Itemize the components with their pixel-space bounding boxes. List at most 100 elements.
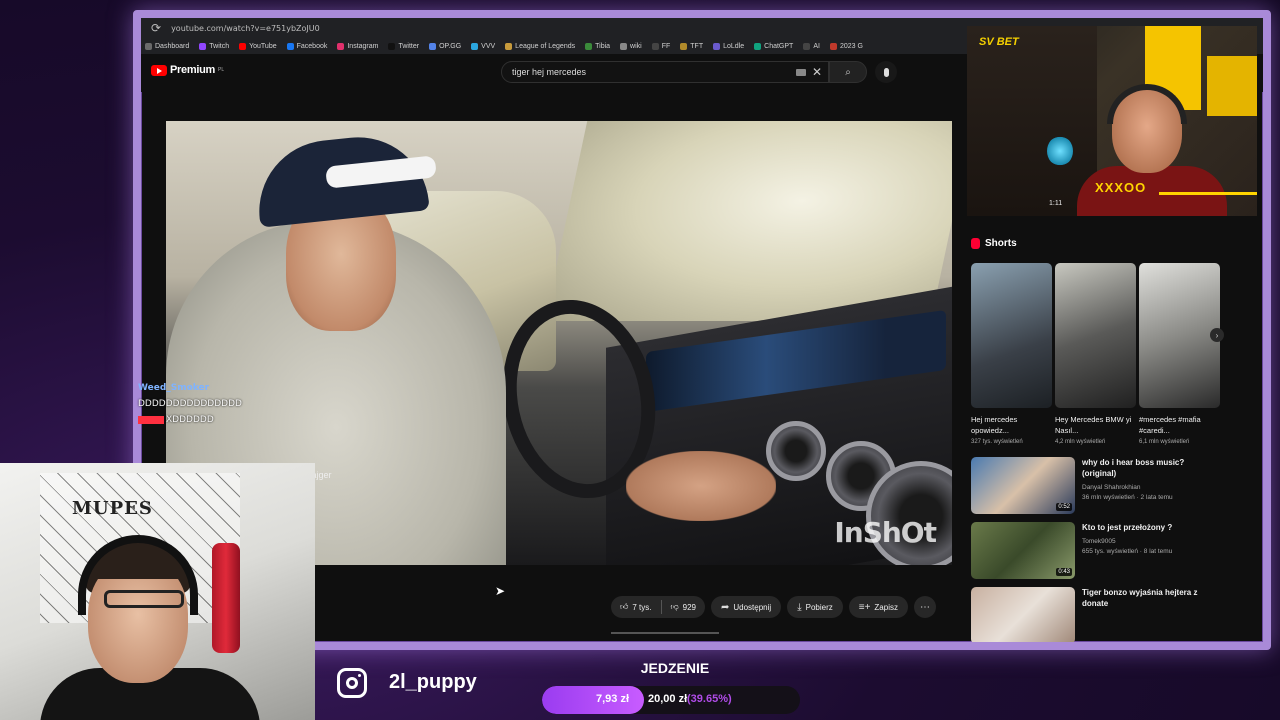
bookmark-item[interactable]: wiki [620,42,642,50]
recommended-video[interactable]: Tiger bonzo wyjaśnia hejtera z donate [971,587,1219,642]
url-text[interactable]: youtube.com/watch?v=e751ybZoJU0 [171,24,320,33]
bookmark-label: VVV [481,42,496,50]
bookmark-label: Twitter [398,42,420,50]
download-button[interactable]: ⤓ Pobierz [787,596,843,618]
video-windshield [544,121,952,321]
dislike-button[interactable]: 👎︎ 929 [662,602,705,612]
overlay-line [1159,192,1257,195]
shorts-icon [971,238,980,249]
download-label: Pobierz [805,602,833,612]
shorts-next-button[interactable]: › [1210,328,1224,342]
recommended-video[interactable]: 0:52 why do i hear boss music? (original… [971,457,1219,516]
recommended-title[interactable]: Tiger bonzo wyjaśnia hejtera z donate [1082,587,1219,609]
thumbs-down-icon: 👎︎ [670,602,679,611]
bookmark-favicon-icon [680,42,688,50]
instagram-handle: 2l_puppy [389,671,477,693]
instagram-icon [337,668,367,698]
bookmark-favicon-icon [286,42,294,50]
chat-message: XDDDDDD [138,412,242,428]
bookmark-item[interactable]: Twitter [388,42,420,50]
recommended-thumbnail[interactable]: 0:43 [971,522,1075,579]
bookmark-item[interactable]: VVV [471,42,496,50]
recommended-thumbnail[interactable]: 0:52 [971,457,1075,514]
bookmark-item[interactable]: AI [803,42,820,50]
logo-region: PL [217,67,225,73]
goal-current: 7,93 zł [596,693,630,705]
bookmark-label: LoLdle [723,42,745,50]
recommended-title[interactable]: why do i hear boss music? (original) [1082,457,1219,479]
bookmark-item[interactable]: Instagram [337,42,378,50]
bookmark-favicon-icon [713,42,721,50]
webcam-lamp [1047,136,1073,166]
more-actions-button[interactable]: ⋯ [913,596,936,618]
bookmark-favicon-icon [388,42,396,50]
add-to-playlist-icon: ≡+ [858,601,871,613]
bookmark-favicon-icon [505,42,513,50]
bookmark-favicon-icon [585,42,593,50]
short-title[interactable]: Hey Mercedes BMW yi Nasıl... [1055,414,1136,436]
video-progress-track[interactable] [611,632,719,634]
bookmark-label: OP.GG [439,42,462,50]
bookmark-item[interactable]: TFT [680,42,703,50]
youtube-logo[interactable]: Premium PL [151,64,224,76]
search-input[interactable]: tiger hej mercedes ✕ [501,61,829,83]
keyboard-icon[interactable] [796,69,806,76]
bookmark-label: wiki [630,42,642,50]
save-button[interactable]: ≡+ Zapisz [848,596,908,618]
short-title[interactable]: #mercedes #mafia #caredi... [1139,414,1220,436]
streamer-webcam-right: SV BET XXXOO 1:11 [967,26,1257,216]
short-card[interactable]: #mercedes #mafia #caredi... 6,1 mln wyśw… [1139,263,1220,445]
recommendations-sidebar: Shorts Hej mercedes opowiedz... 327 tys.… [971,238,1224,642]
bookmark-favicon-icon [803,42,811,50]
bookmark-item[interactable]: FF [651,42,671,50]
video-driver-hands [626,451,776,521]
bookmark-item[interactable]: YouTube [239,42,277,50]
donation-goal-bar: 7,93 zł 20,00 zł (39.65%) [542,686,800,714]
chat-message: DDDDDDDDDDDDDDD [138,396,242,412]
reload-icon[interactable]: ⟳ [151,21,161,35]
bookmark-item[interactable]: LoLdle [713,42,745,50]
voice-search-button[interactable] [875,61,897,83]
recommended-video[interactable]: 0:43 Kto to jest przełożony ? Tomek9005 … [971,522,1219,581]
bookmark-item[interactable]: League of Legends [505,42,575,50]
video-duration: 0:43 [1056,568,1072,576]
recommended-meta: 655 tys. wyświetleń · 8 lat temu [1082,548,1173,555]
bookmark-item[interactable]: OP.GG [429,42,462,50]
short-title[interactable]: Hej mercedes opowiedz... [971,414,1052,436]
thumbs-up-icon: 👍︎ [620,602,629,611]
like-button[interactable]: 👍︎ 7 tys. [611,602,661,612]
recommended-title[interactable]: Kto to jest przełożony ? [1082,522,1172,533]
recommended-channel[interactable]: Danyal Shahrokhian [1082,483,1219,493]
short-card[interactable]: Hey Mercedes BMW yi Nasıl... 4,2 mln wyś… [1055,263,1136,445]
more-icon: ⋯ [919,601,930,613]
share-label: Udostępnij [733,602,772,612]
recommended-thumbnail[interactable] [971,587,1075,642]
bookmark-favicon-icon [337,42,345,50]
logo-text: Premium [170,64,215,76]
search-icon: ⌕ [845,66,851,78]
short-thumbnail[interactable] [971,263,1052,408]
bookmark-item[interactable]: Twitch [199,42,229,50]
search-button[interactable]: ⌕ [829,61,867,83]
dislike-count: 929 [682,602,696,612]
shorts-heading: Shorts [985,238,1017,249]
short-thumbnail[interactable] [1139,263,1220,408]
share-icon: ➦ [720,601,730,613]
webcam-timecode: 1:11 [1049,200,1063,207]
share-button[interactable]: ➦ Udostępnij [710,596,782,618]
short-thumbnail[interactable] [1055,263,1136,408]
bookmark-item[interactable]: ChatGPT [754,42,793,50]
bookmark-item[interactable]: Facebook [286,42,327,50]
clear-search-icon[interactable]: ✕ [812,65,822,79]
bookmark-item[interactable]: Tibia [585,42,610,50]
bookmark-item[interactable]: 2023 G [829,42,863,50]
download-icon: ⤓ [797,601,802,613]
recommended-channel[interactable]: Tomek9005 [1082,537,1172,547]
short-card[interactable]: Hej mercedes opowiedz... 327 tys. wyświe… [971,263,1052,445]
webcam-wall-text: MUPES [72,498,153,519]
chat-message: Weed_Smoker [138,380,242,396]
chevron-right-icon: › [1215,330,1219,340]
short-views: 6,1 mln wyświetleń [1139,439,1190,445]
bookmark-label: FF [661,42,671,50]
bookmark-item[interactable]: Dashboard [145,42,189,50]
